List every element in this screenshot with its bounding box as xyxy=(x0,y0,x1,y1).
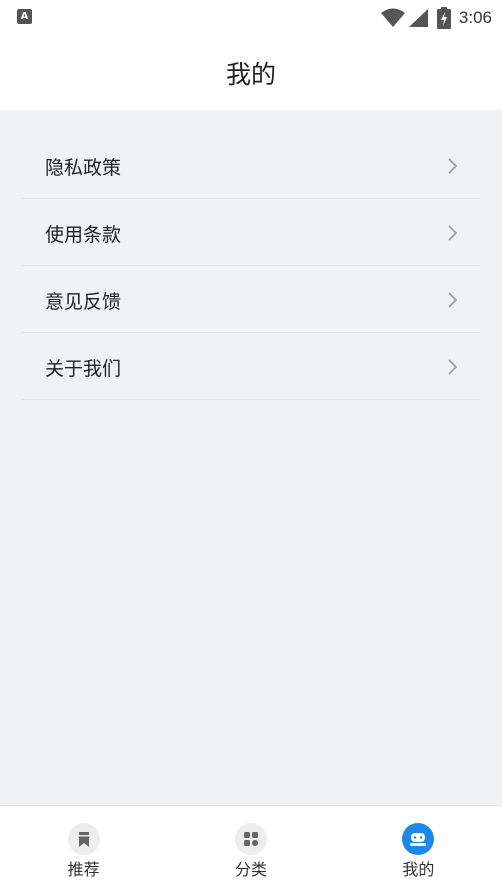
battery-charging-icon xyxy=(436,7,451,29)
chevron-right-icon xyxy=(448,158,458,174)
title-bar: 我的 xyxy=(0,36,502,110)
nav-item-category[interactable]: 分类 xyxy=(167,806,334,890)
menu-item-label: 隐私政策 xyxy=(45,157,122,179)
cell-signal-icon xyxy=(408,9,428,27)
grid-icon xyxy=(234,823,267,855)
page-title: 我的 xyxy=(225,60,276,89)
nav-item-recommend[interactable]: 推荐 xyxy=(0,806,167,890)
chevron-right-icon xyxy=(448,292,458,308)
menu-item-privacy-policy[interactable]: 隐私政策 xyxy=(22,132,480,199)
chevron-right-icon xyxy=(448,225,458,241)
nav-item-mine[interactable]: 我的 xyxy=(335,806,502,890)
bottom-nav: 推荐 分类 我的 xyxy=(0,805,502,890)
menu-item-about-us[interactable]: 关于我们 xyxy=(22,333,480,400)
chevron-right-icon xyxy=(448,359,458,375)
bookmark-icon xyxy=(67,823,100,855)
menu-item-label: 关于我们 xyxy=(45,358,122,380)
wifi-icon xyxy=(380,8,405,27)
a-badge-icon: A xyxy=(17,9,32,24)
menu-item-terms-of-use[interactable]: 使用条款 xyxy=(22,199,480,266)
status-bar: A 3:06 xyxy=(0,0,502,36)
nav-label: 我的 xyxy=(402,860,435,879)
menu-item-feedback[interactable]: 意见反馈 xyxy=(22,266,480,333)
menu-item-label: 使用条款 xyxy=(45,224,122,246)
menu-item-label: 意见反馈 xyxy=(45,291,122,313)
nav-label: 推荐 xyxy=(67,860,100,879)
status-icons: 3:06 xyxy=(380,6,492,30)
menu-list: 隐私政策 使用条款 意见反馈 关于我们 xyxy=(22,132,480,400)
nav-label: 分类 xyxy=(234,860,267,879)
status-time: 3:06 xyxy=(458,8,492,27)
profile-icon xyxy=(402,823,435,855)
